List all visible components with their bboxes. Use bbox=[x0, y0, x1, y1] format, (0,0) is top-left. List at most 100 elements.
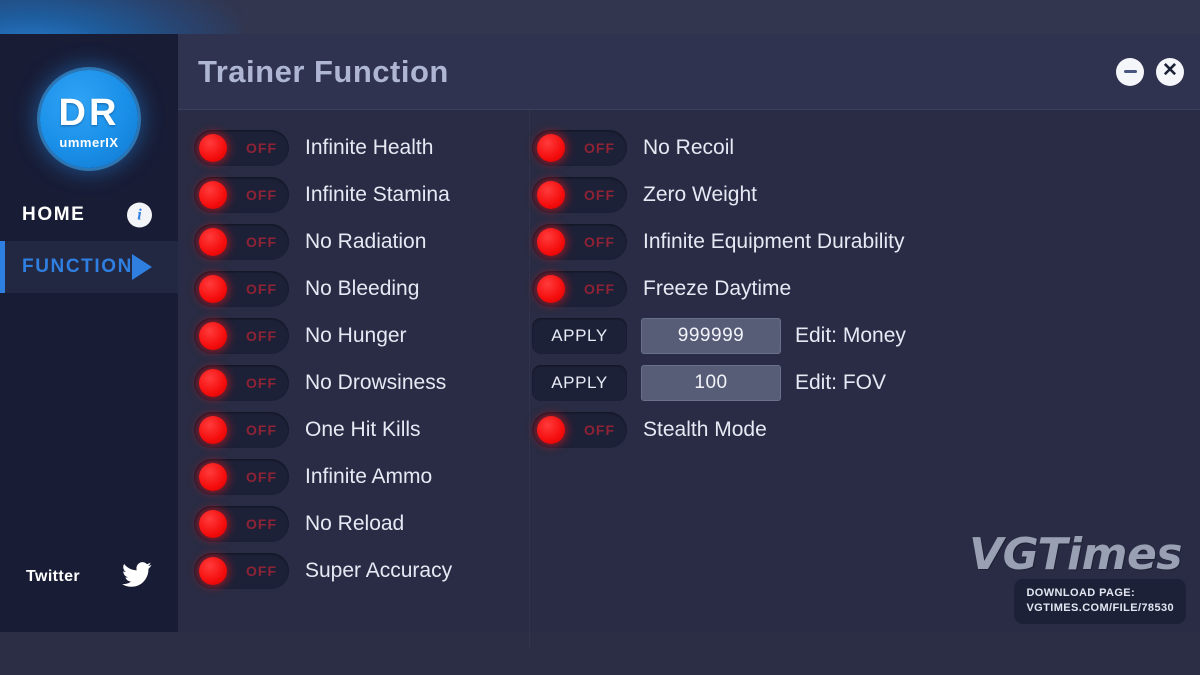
vgtimes-watermark: VGTimes bbox=[969, 529, 1182, 580]
sidebar-item-function-label: FUNCTION bbox=[22, 256, 133, 277]
toggle-state-label: OFF bbox=[584, 139, 615, 156]
function-label: Stealth Mode bbox=[643, 417, 767, 441]
toggle-knob bbox=[199, 415, 227, 444]
toggle-super-accuracy[interactable]: OFF bbox=[194, 552, 289, 589]
function-row: OFF No Drowsiness bbox=[194, 359, 508, 406]
function-label: Freeze Daytime bbox=[643, 276, 792, 300]
toggle-knob bbox=[537, 274, 565, 303]
download-page-line1: DOWNLOAD PAGE: bbox=[1026, 587, 1136, 600]
main-panel: Trainer Function ✕ OFF Infinite Health O… bbox=[178, 34, 1200, 632]
function-column-right: OFF No Recoil OFF Zero Weight OFF Infini… bbox=[532, 124, 1152, 453]
toggle-no-radiation[interactable]: OFF bbox=[194, 223, 289, 260]
toggle-knob bbox=[537, 227, 565, 256]
fov-input[interactable]: 100 bbox=[641, 364, 781, 401]
function-label: Infinite Health bbox=[305, 135, 434, 159]
toggle-state-label: OFF bbox=[246, 562, 277, 579]
toggle-state-label: OFF bbox=[246, 421, 277, 438]
toggle-infinite-equipment-durability[interactable]: OFF bbox=[532, 223, 627, 260]
edit-row-money: APPLY 999999 Edit: Money bbox=[532, 312, 1152, 359]
function-row: OFF No Reload bbox=[194, 500, 508, 547]
toggle-state-label: OFF bbox=[246, 327, 277, 344]
toggle-knob bbox=[537, 415, 565, 444]
toggle-state-label: OFF bbox=[584, 233, 615, 250]
play-triangle-icon bbox=[132, 254, 152, 280]
toggle-no-hunger[interactable]: OFF bbox=[194, 317, 289, 354]
function-row: OFF Infinite Stamina bbox=[194, 171, 508, 218]
toggle-one-hit-kills[interactable]: OFF bbox=[194, 411, 289, 448]
function-label: No Bleeding bbox=[305, 276, 420, 300]
function-row: OFF No Recoil bbox=[532, 124, 1152, 171]
toggle-knob bbox=[199, 274, 227, 303]
twitter-bird-icon[interactable] bbox=[122, 562, 152, 593]
toggle-infinite-ammo[interactable]: OFF bbox=[194, 458, 289, 495]
function-label: Super Accuracy bbox=[305, 558, 453, 582]
download-page-box: DOWNLOAD PAGE: VGTIMES.COM/FILE/78530 bbox=[1014, 579, 1186, 624]
twitter-link[interactable]: Twitter bbox=[0, 554, 178, 600]
sidebar-item-home[interactable]: HOME i bbox=[0, 189, 178, 241]
page-title: Trainer Function bbox=[198, 53, 449, 89]
toggle-knob bbox=[199, 509, 227, 538]
close-button[interactable]: ✕ bbox=[1156, 57, 1184, 86]
money-label: Edit: Money bbox=[795, 323, 906, 347]
toggle-knob bbox=[199, 462, 227, 491]
logo-main-text: DR bbox=[58, 92, 120, 134]
apply-button-money[interactable]: APPLY bbox=[532, 317, 627, 354]
toggle-knob bbox=[199, 556, 227, 585]
apply-button-fov[interactable]: APPLY bbox=[532, 364, 627, 401]
apply-button-label: APPLY bbox=[551, 325, 608, 345]
sidebar: DR ummerIX HOME i FUNCTION Twitter bbox=[0, 34, 178, 632]
toggle-state-label: OFF bbox=[246, 139, 277, 156]
toggle-state-label: OFF bbox=[584, 421, 615, 438]
toggle-state-label: OFF bbox=[584, 280, 615, 297]
function-label: No Recoil bbox=[643, 135, 735, 159]
fov-label: Edit: FOV bbox=[795, 370, 887, 394]
toggle-state-label: OFF bbox=[246, 374, 277, 391]
function-row: OFF Infinite Ammo bbox=[194, 453, 508, 500]
function-label: No Reload bbox=[305, 511, 405, 535]
function-label: No Hunger bbox=[305, 323, 407, 347]
window-controls: ✕ bbox=[1116, 57, 1184, 86]
toggle-state-label: OFF bbox=[246, 186, 277, 203]
toggle-knob bbox=[537, 133, 565, 162]
function-label: Zero Weight bbox=[643, 182, 757, 206]
close-icon: ✕ bbox=[1162, 60, 1178, 81]
money-input[interactable]: 999999 bbox=[641, 317, 781, 354]
logo-circle: DR ummerIX bbox=[40, 69, 138, 168]
toggle-state-label: OFF bbox=[246, 233, 277, 250]
twitter-label: Twitter bbox=[26, 568, 81, 585]
edit-row-fov: APPLY 100 Edit: FOV bbox=[532, 359, 1152, 406]
toggle-knob bbox=[537, 180, 565, 209]
function-label: Infinite Stamina bbox=[305, 182, 450, 206]
function-list: OFF Infinite Health OFF Infinite Stamina… bbox=[178, 110, 1200, 632]
function-row: OFF Freeze Daytime bbox=[532, 265, 1152, 312]
toggle-freeze-daytime[interactable]: OFF bbox=[532, 270, 627, 307]
toggle-no-recoil[interactable]: OFF bbox=[532, 129, 627, 166]
toggle-state-label: OFF bbox=[246, 468, 277, 485]
info-icon[interactable]: i bbox=[127, 202, 152, 228]
toggle-zero-weight[interactable]: OFF bbox=[532, 176, 627, 213]
function-column-left: OFF Infinite Health OFF Infinite Stamina… bbox=[194, 124, 508, 594]
trainer-window: DR ummerIX HOME i FUNCTION Twitter Train… bbox=[0, 0, 1200, 675]
toggle-knob bbox=[199, 368, 227, 397]
toggle-knob bbox=[199, 227, 227, 256]
toggle-no-bleeding[interactable]: OFF bbox=[194, 270, 289, 307]
function-row: OFF Stealth Mode bbox=[532, 406, 1152, 453]
toggle-knob bbox=[199, 180, 227, 209]
toggle-no-reload[interactable]: OFF bbox=[194, 505, 289, 542]
toggle-no-drowsiness[interactable]: OFF bbox=[194, 364, 289, 401]
toggle-infinite-health[interactable]: OFF bbox=[194, 129, 289, 166]
minimize-button[interactable] bbox=[1116, 57, 1144, 86]
toggle-stealth-mode[interactable]: OFF bbox=[532, 411, 627, 448]
function-row: OFF Zero Weight bbox=[532, 171, 1152, 218]
function-label: No Radiation bbox=[305, 229, 427, 253]
minimize-icon bbox=[1123, 70, 1137, 73]
toggle-knob bbox=[199, 321, 227, 350]
sidebar-item-function[interactable]: FUNCTION bbox=[0, 241, 178, 293]
function-label: Infinite Equipment Durability bbox=[643, 229, 905, 253]
toggle-infinite-stamina[interactable]: OFF bbox=[194, 176, 289, 213]
app-logo: DR ummerIX bbox=[0, 56, 178, 181]
function-label: One Hit Kills bbox=[305, 417, 421, 441]
toggle-state-label: OFF bbox=[246, 280, 277, 297]
logo-sub-text: ummerIX bbox=[59, 135, 119, 150]
function-row: OFF No Bleeding bbox=[194, 265, 508, 312]
